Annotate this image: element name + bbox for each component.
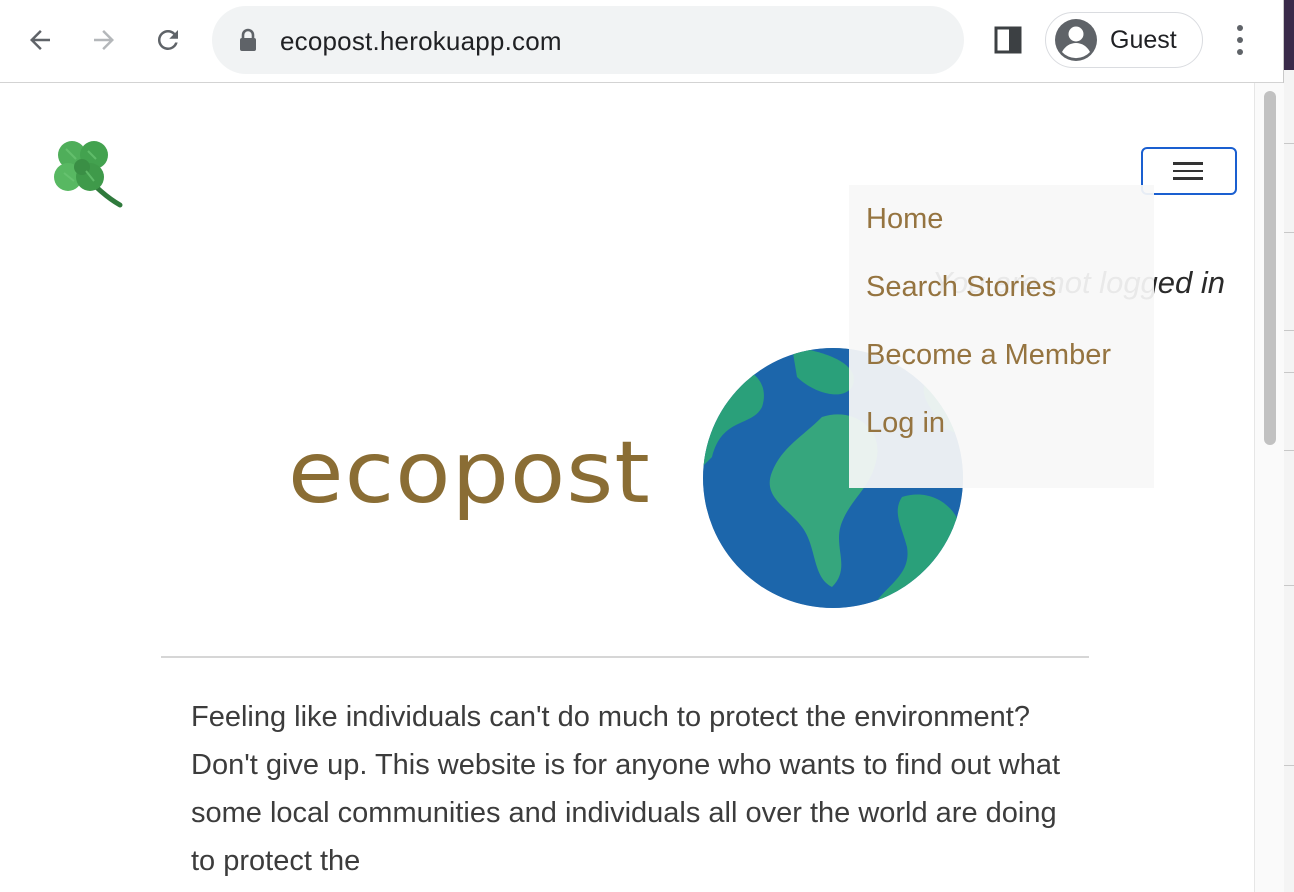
lock-icon: [240, 28, 256, 51]
hamburger-menu-icon: [1173, 162, 1203, 185]
forward-arrow-icon: [94, 30, 114, 50]
nav-dropdown-menu: Home Search Stories Become a Member Log …: [849, 185, 1154, 488]
adjacent-window-edge: [1283, 0, 1294, 892]
more-options-button[interactable]: [1226, 22, 1254, 63]
back-button[interactable]: [20, 20, 60, 60]
side-panel-button[interactable]: [994, 26, 1022, 59]
reload-icon: [157, 29, 178, 50]
nav-link-log-in[interactable]: Log in: [866, 407, 945, 440]
side-panel-icon: [994, 26, 1022, 54]
nav-link-become-member[interactable]: Become a Member: [866, 339, 1111, 372]
clover-logo-icon[interactable]: [44, 131, 128, 213]
address-bar[interactable]: ecopost.herokuapp.com: [212, 6, 964, 74]
nav-link-search-stories[interactable]: Search Stories: [866, 271, 1056, 304]
profile-button[interactable]: Guest: [1045, 12, 1203, 68]
brand-title: ecopost: [288, 423, 651, 523]
profile-name: Guest: [1110, 26, 1177, 54]
scrollbar-thumb[interactable]: [1264, 91, 1276, 445]
back-arrow-icon: [30, 30, 50, 50]
hamburger-menu-button[interactable]: [1141, 147, 1237, 195]
forward-button[interactable]: [84, 20, 124, 60]
reload-button[interactable]: [148, 20, 188, 60]
nav-link-home[interactable]: Home: [866, 203, 943, 236]
section-divider: [161, 656, 1089, 658]
web-page: You are not logged in ecopost Home Searc…: [0, 83, 1254, 892]
profile-avatar-icon: [1055, 19, 1097, 61]
intro-paragraph: Feeling like individuals can't do much t…: [191, 701, 1061, 877]
page-scrollbar[interactable]: [1254, 83, 1284, 892]
more-options-icon: [1237, 25, 1243, 55]
url-text[interactable]: ecopost.herokuapp.com: [280, 26, 562, 57]
browser-toolbar: ecopost.herokuapp.com Guest: [0, 0, 1283, 83]
